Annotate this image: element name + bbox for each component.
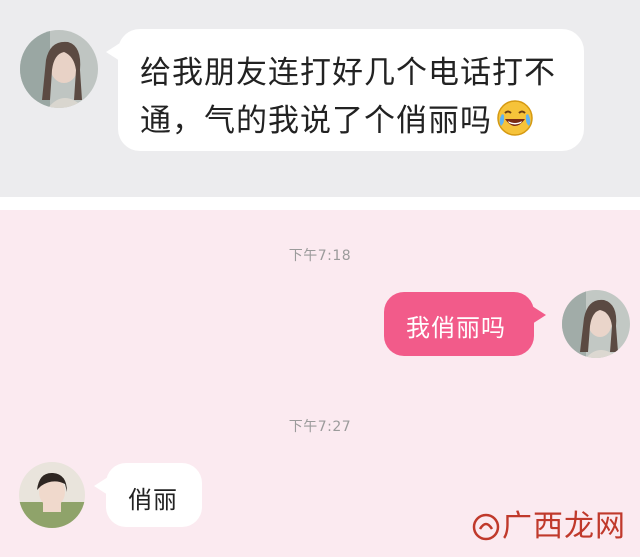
laughing-crying-emoji-icon bbox=[496, 99, 534, 137]
watermark-logo-icon bbox=[472, 513, 500, 541]
sender-avatar[interactable] bbox=[20, 30, 98, 108]
sent-message-text: 我俏丽吗 bbox=[406, 314, 506, 342]
timestamp-2: 下午7:27 bbox=[288, 419, 352, 435]
timestamp-1: 下午7:18 bbox=[288, 248, 352, 264]
received-message-bubble[interactable]: 俏丽 bbox=[94, 463, 202, 527]
bubble-tail bbox=[106, 43, 120, 61]
watermark: 广西龙网 bbox=[472, 501, 626, 545]
bubble-tail bbox=[532, 306, 546, 324]
avatar-photo-icon bbox=[19, 462, 85, 528]
bubble-tail bbox=[94, 477, 108, 495]
watermark-text: 广西龙网 bbox=[502, 509, 626, 544]
friend-avatar[interactable] bbox=[19, 462, 85, 528]
panel-separator bbox=[0, 197, 640, 210]
top-message-line-1: 给我朋友连打好几个电话打不 bbox=[140, 55, 556, 91]
sent-message-bubble[interactable]: 我俏丽吗 bbox=[384, 292, 546, 356]
avatar-photo-icon bbox=[20, 30, 98, 108]
top-message-bubble: 给我朋友连打好几个电话打不 通，气的我说了个俏丽吗 bbox=[106, 29, 584, 151]
top-message-panel: 给我朋友连打好几个电话打不 通，气的我说了个俏丽吗 bbox=[0, 0, 640, 197]
avatar-photo-icon bbox=[562, 290, 630, 358]
received-message-text: 俏丽 bbox=[128, 486, 178, 514]
self-avatar[interactable] bbox=[562, 290, 630, 358]
top-message-line-2: 通，气的我说了个俏丽吗 bbox=[140, 103, 492, 139]
